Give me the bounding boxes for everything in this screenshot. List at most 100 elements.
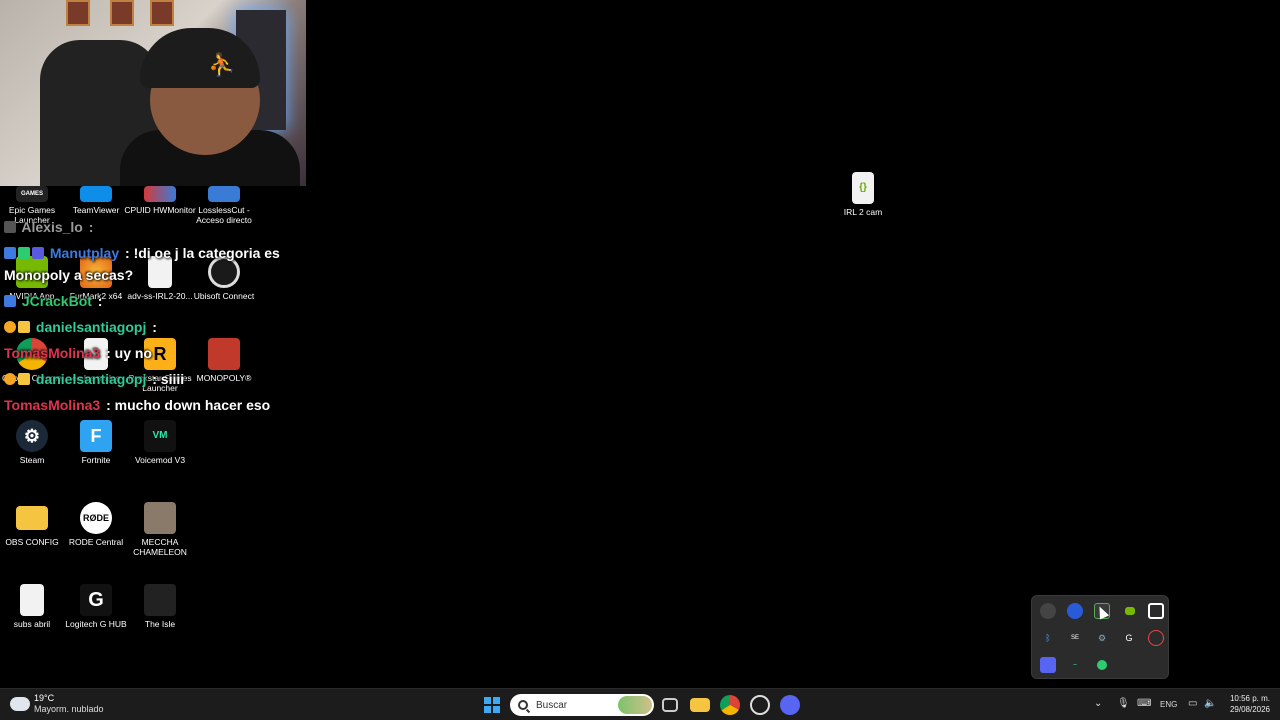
- chat-badge-icon: [4, 321, 16, 333]
- search-icon: [518, 700, 528, 710]
- chat-badge-icon: [18, 321, 30, 333]
- the-isle-icon: [144, 584, 176, 616]
- desktop-icon-irl-2-cam[interactable]: {} IRL 2 cam: [827, 172, 899, 217]
- search-placeholder: Buscar: [536, 699, 568, 711]
- desktop-icon-obs-config[interactable]: OBS CONFIG: [0, 502, 68, 547]
- steam-icon: ⚙: [16, 420, 48, 452]
- chat-badge-icon: [18, 373, 30, 385]
- cpuid-icon: [144, 186, 176, 202]
- desktop-icon-teamviewer[interactable]: TeamViewer: [60, 186, 132, 215]
- wall-poster: [150, 0, 174, 26]
- chat-message: TomasMolina3 : mucho down hacer eso: [4, 397, 270, 413]
- tray-chevron-up-icon[interactable]: ⌄: [1094, 698, 1102, 709]
- taskbar-discord-icon[interactable]: [780, 695, 800, 715]
- tray-status-icon[interactable]: [1097, 660, 1107, 670]
- document-icon: [20, 584, 44, 616]
- tray-voicemod-icon[interactable]: ~: [1067, 657, 1083, 673]
- chat-text: : !di oe j la categoria es: [121, 245, 280, 261]
- keyboard-icon[interactable]: ⌨: [1137, 698, 1151, 709]
- chat-badge-icon: [18, 247, 30, 259]
- microphone-icon[interactable]: 🎙: [1117, 698, 1130, 709]
- chat-username: JCrackBot: [21, 293, 92, 309]
- chat-username: danielsantiagopj: [35, 371, 147, 387]
- monopoly-icon: [208, 338, 240, 370]
- desktop-icon-subs-abril[interactable]: subs abril: [0, 584, 68, 629]
- chat-message: Monopoly a secas?: [4, 267, 133, 283]
- clock[interactable]: 10:56 p. m. 29/08/2026: [1222, 693, 1270, 715]
- tray-app-icon[interactable]: [1067, 603, 1083, 619]
- folder-icon: [16, 506, 48, 530]
- chat-text: Monopoly a secas?: [4, 267, 134, 283]
- tray-bluetooth-icon[interactable]: ᛒ: [1040, 630, 1056, 646]
- desktop-icon-adv-ss[interactable]: adv-ss-IRL2-20...: [124, 256, 196, 301]
- desktop-icon-monopoly[interactable]: MONOPOLY®: [188, 338, 260, 383]
- weather-widget[interactable]: 19°C Mayorm. nublado: [6, 692, 104, 715]
- desktop-icon-voicemod[interactable]: VM Voicemod V3: [124, 420, 196, 465]
- wall-poster: [66, 0, 90, 26]
- taskbar: 19°C Mayorm. nublado Buscar ⌄ 🎙 ⌨ ENG ▭ …: [0, 688, 1280, 720]
- webcam-overlay: ⛹: [0, 0, 306, 186]
- volume-icon[interactable]: 🔈: [1204, 698, 1216, 709]
- desktop-icon-cpuid[interactable]: CPUID HWMonitor: [124, 186, 196, 215]
- chat-text: : siiii: [148, 371, 185, 387]
- json-file-icon: {}: [852, 172, 874, 204]
- network-icon[interactable]: ▭: [1188, 698, 1197, 709]
- teamviewer-icon: [80, 186, 112, 202]
- tray-nvidia-icon[interactable]: [1125, 607, 1135, 615]
- chat-username: danielsantiagopj: [35, 319, 147, 335]
- fortnite-icon: F: [80, 420, 112, 452]
- taskbar-search[interactable]: Buscar: [510, 694, 654, 716]
- tray-app-icon[interactable]: SE: [1067, 630, 1083, 646]
- weather-cloud-icon: [6, 692, 30, 711]
- chat-message: danielsantiagopj :: [4, 319, 157, 335]
- chat-text: :: [148, 319, 157, 335]
- tray-discord-icon[interactable]: [1040, 657, 1056, 673]
- taskbar-chrome-icon[interactable]: [720, 695, 740, 715]
- chat-message: Alexis_lo :: [4, 219, 93, 235]
- logitech-icon: G: [80, 584, 112, 616]
- chat-badge-icon: [4, 247, 16, 259]
- tray-obs-icon[interactable]: [1148, 603, 1164, 619]
- tray-app-icon[interactable]: [1148, 630, 1164, 646]
- task-view-icon[interactable]: [662, 698, 678, 712]
- chat-text: :: [93, 293, 103, 309]
- desktop-icon-ubisoft[interactable]: Ubisoft Connect: [188, 256, 260, 301]
- cap-logo-icon: ⛹: [208, 52, 236, 77]
- chat-message: danielsantiagopj : siiii: [4, 371, 184, 387]
- chat-username: Alexis_lo: [21, 219, 83, 235]
- clock-time: 10:56 p. m.: [1229, 694, 1270, 703]
- tray-chrome-icon[interactable]: [1040, 603, 1056, 619]
- chat-badge-icon: [4, 295, 16, 307]
- desktop-icon-fortnite[interactable]: F Fortnite: [60, 420, 132, 465]
- desktop-icon-losslesscut[interactable]: LosslessCut - Acceso directo: [188, 186, 260, 225]
- search-highlight-image: [618, 696, 652, 714]
- taskbar-obs-icon[interactable]: [750, 695, 770, 715]
- file-explorer-icon[interactable]: [690, 698, 710, 712]
- chat-badge-icon: [4, 373, 16, 385]
- start-button[interactable]: [484, 697, 500, 713]
- game-icon: [144, 502, 176, 534]
- epic-games-icon: GAMES: [16, 186, 48, 202]
- desktop-icon-the-isle[interactable]: The Isle: [124, 584, 196, 629]
- wall-poster: [110, 0, 134, 26]
- desktop-icon-steam[interactable]: ⚙ Steam: [0, 420, 68, 465]
- chat-username: Manutplay: [49, 245, 120, 261]
- chat-text: : uy no: [102, 345, 152, 361]
- chat-message: Manutplay : !di oe j la categoria es: [4, 245, 280, 261]
- tray-steam-icon[interactable]: ⚙: [1094, 630, 1110, 646]
- tray-logitech-icon[interactable]: G: [1121, 630, 1137, 646]
- chat-text: :: [84, 219, 94, 235]
- chat-message: JCrackBot :: [4, 293, 102, 309]
- chat-username: TomasMolina3: [4, 397, 101, 413]
- desktop-icon-rode-central[interactable]: RØDE RODE Central: [60, 502, 132, 547]
- clock-date: 29/08/2026: [1229, 705, 1270, 714]
- chat-badge-icon: [32, 247, 44, 259]
- chat-message: TomasMolina3 : uy no: [4, 345, 152, 361]
- chat-username: TomasMolina3: [4, 345, 101, 361]
- weather-desc: Mayorm. nublado: [34, 704, 104, 714]
- desktop-icon-logitech-ghub[interactable]: G Logitech G HUB: [60, 584, 132, 629]
- desktop-icon-meccha-chameleon[interactable]: MECCHA CHAMELEON: [124, 502, 196, 557]
- losslesscut-icon: [208, 186, 240, 202]
- language-indicator[interactable]: ENG: [1160, 700, 1177, 709]
- weather-temp: 19°C: [34, 693, 55, 703]
